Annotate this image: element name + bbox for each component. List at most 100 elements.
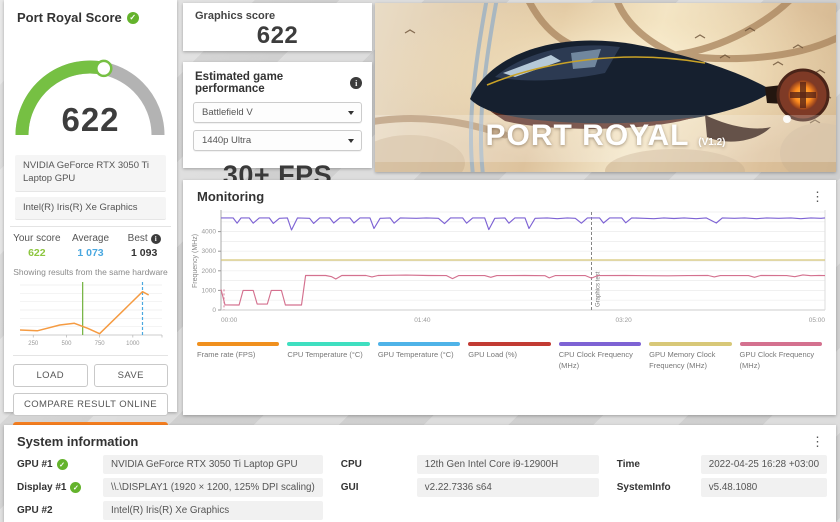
svg-text:03:20: 03:20 <box>616 317 633 324</box>
legend-item: GPU Memory Clock Frequency (MHz) <box>649 342 731 371</box>
sysinfo-row-time: Time 2022-04-25 16:28 +03:00 <box>617 455 827 474</box>
gui-value: v2.22.7336 s64 <box>417 478 599 497</box>
your-score-label: Your score <box>10 233 64 244</box>
legend-swatch <box>378 342 460 346</box>
svg-text:00:00: 00:00 <box>221 317 238 324</box>
benchmark-banner: PORT ROYAL (V1.2) <box>375 3 836 172</box>
chevron-down-icon <box>348 139 354 143</box>
graphics-score-value: 622 <box>183 22 372 50</box>
svg-text:750: 750 <box>94 341 105 347</box>
best-cell: Best i 1 093 <box>117 233 171 259</box>
legend-label: CPU Temperature (°C) <box>287 350 369 361</box>
legend-label: GPU Load (%) <box>468 350 550 361</box>
gpu2-value: Intel(R) Iris(R) Xe Graphics <box>103 501 323 520</box>
display1-value: \\.\DISPLAY1 (1920 × 1200, 125% DPI scal… <box>103 478 323 497</box>
legend-swatch <box>740 342 822 346</box>
system-information-title: System information <box>17 434 138 449</box>
compare-result-online-button[interactable]: COMPARE RESULT ONLINE <box>13 393 168 416</box>
svg-text:4000: 4000 <box>202 229 217 236</box>
score-summary: Your score 622 Average 1 073 Best i 1 09… <box>10 226 171 259</box>
score-panel: Port Royal Score ✓ 622 NVIDIA GeForce RT… <box>4 0 177 412</box>
best-value: 1 093 <box>117 247 171 259</box>
load-button[interactable]: LOAD <box>13 364 88 387</box>
display1-label: Display #1 <box>17 482 66 493</box>
gpu-list: NVIDIA GeForce RTX 3050 Ti Laptop GPU In… <box>15 155 166 220</box>
sysinfo-row-systeminfo: SystemInfo v5.48.1080 <box>617 478 827 497</box>
cpu-label: CPU <box>341 459 362 470</box>
gpu-list-item-2: Intel(R) Iris(R) Xe Graphics <box>15 197 166 221</box>
banner-version: (V1.2) <box>698 137 725 148</box>
systeminfo-value: v5.48.1080 <box>701 478 827 497</box>
legend-item: GPU Clock Frequency (MHz) <box>740 342 822 371</box>
svg-text:0: 0 <box>212 307 216 314</box>
game-performance-info-icon[interactable]: i <box>350 77 362 89</box>
cpu-value: 12th Gen Intel Core i9-12900H <box>417 455 599 474</box>
monitoring-title: Monitoring <box>197 189 264 204</box>
score-panel-title: Port Royal Score ✓ <box>4 0 177 27</box>
svg-text:3000: 3000 <box>202 248 217 255</box>
results-distribution-chart: 2505007501000 <box>15 279 167 351</box>
legend-label: GPU Temperature (°C) <box>378 350 460 361</box>
svg-text:Frequency (MHz): Frequency (MHz) <box>192 234 199 288</box>
legend-item: CPU Temperature (°C) <box>287 342 369 371</box>
gui-label: GUI <box>341 482 359 493</box>
your-score-cell: Your score 622 <box>10 233 64 259</box>
svg-text:2000: 2000 <box>202 268 217 275</box>
sysinfo-row-cpu: CPU 12th Gen Intel Core i9-12900H <box>341 455 599 474</box>
average-value: 1 073 <box>64 247 118 259</box>
check-icon: ✓ <box>70 482 81 493</box>
legend-item: GPU Load (%) <box>468 342 550 371</box>
score-gauge: 622 <box>4 29 177 145</box>
gpu1-label: GPU #1 <box>17 459 53 470</box>
legend-label: Frame rate (FPS) <box>197 350 279 361</box>
kebab-menu-icon[interactable]: ⋮ <box>807 434 828 449</box>
app-window: Port Royal Score ✓ 622 NVIDIA GeForce RT… <box>0 0 840 522</box>
preset-select-value: 1440p Ultra <box>202 135 251 146</box>
legend-swatch <box>649 342 731 346</box>
game-performance-card: Estimated game performance i Battlefield… <box>183 62 372 168</box>
legend-label: GPU Memory Clock Frequency (MHz) <box>649 350 731 371</box>
average-label: Average <box>64 233 118 244</box>
average-cell: Average 1 073 <box>64 233 118 259</box>
svg-text:500: 500 <box>61 341 72 347</box>
time-label: Time <box>617 459 640 470</box>
best-info-icon[interactable]: i <box>151 234 161 244</box>
game-performance-title: Estimated game performance <box>195 71 350 95</box>
monitoring-legend: Frame rate (FPS) CPU Temperature (°C) GP… <box>197 342 822 371</box>
chevron-down-icon <box>348 111 354 115</box>
monitoring-chart: 01000200030004000Frequency (MHz)00:0001:… <box>187 206 832 338</box>
best-label: Best <box>128 233 148 244</box>
legend-item: CPU Clock Frequency (MHz) <box>559 342 641 371</box>
gpu2-label: GPU #2 <box>17 505 53 516</box>
monitoring-panel: Monitoring ⋮ 0 1000 2000 3000 4000Frequency … <box>183 180 836 415</box>
legend-swatch <box>197 342 279 346</box>
your-score-value: 622 <box>10 247 64 259</box>
gpu1-value: NVIDIA GeForce RTX 3050 Ti Laptop GPU <box>103 455 323 474</box>
svg-text:1000: 1000 <box>126 341 140 347</box>
legend-label: CPU Clock Frequency (MHz) <box>559 350 641 371</box>
results-note: Showing results from the same hardware <box>10 267 171 277</box>
graphics-score-card: Graphics score 622 <box>183 3 372 51</box>
time-value: 2022-04-25 16:28 +03:00 <box>701 455 827 474</box>
score-panel-title-text: Port Royal Score <box>17 10 122 25</box>
legend-label: GPU Clock Frequency (MHz) <box>740 350 822 371</box>
svg-text:1000: 1000 <box>202 287 217 294</box>
save-button[interactable]: SAVE <box>94 364 169 387</box>
legend-swatch <box>559 342 641 346</box>
banner-title: PORT ROYAL (V1.2) <box>375 119 836 153</box>
system-information-panel: System information ⋮ GPU #1 ✓ NVIDIA GeF… <box>4 425 836 522</box>
systeminfo-label: SystemInfo <box>617 482 671 493</box>
game-select[interactable]: Battlefield V <box>193 102 362 123</box>
graphics-score-label: Graphics score <box>183 3 372 22</box>
sysinfo-row-gui: GUI v2.22.7336 s64 <box>341 478 599 497</box>
valid-check-icon: ✓ <box>127 12 139 24</box>
check-icon: ✓ <box>57 459 68 470</box>
sysinfo-row-display1: Display #1 ✓ \\.\DISPLAY1 (1920 × 1200, … <box>17 478 323 497</box>
preset-select[interactable]: 1440p Ultra <box>193 130 362 151</box>
kebab-menu-icon[interactable]: ⋮ <box>807 189 828 204</box>
total-score-value: 622 <box>4 101 177 139</box>
svg-text:05:00: 05:00 <box>809 317 826 324</box>
legend-swatch <box>287 342 369 346</box>
gpu-list-item-1: NVIDIA GeForce RTX 3050 Ti Laptop GPU <box>15 155 166 192</box>
sysinfo-row-gpu2: GPU #2 Intel(R) Iris(R) Xe Graphics <box>17 501 323 520</box>
